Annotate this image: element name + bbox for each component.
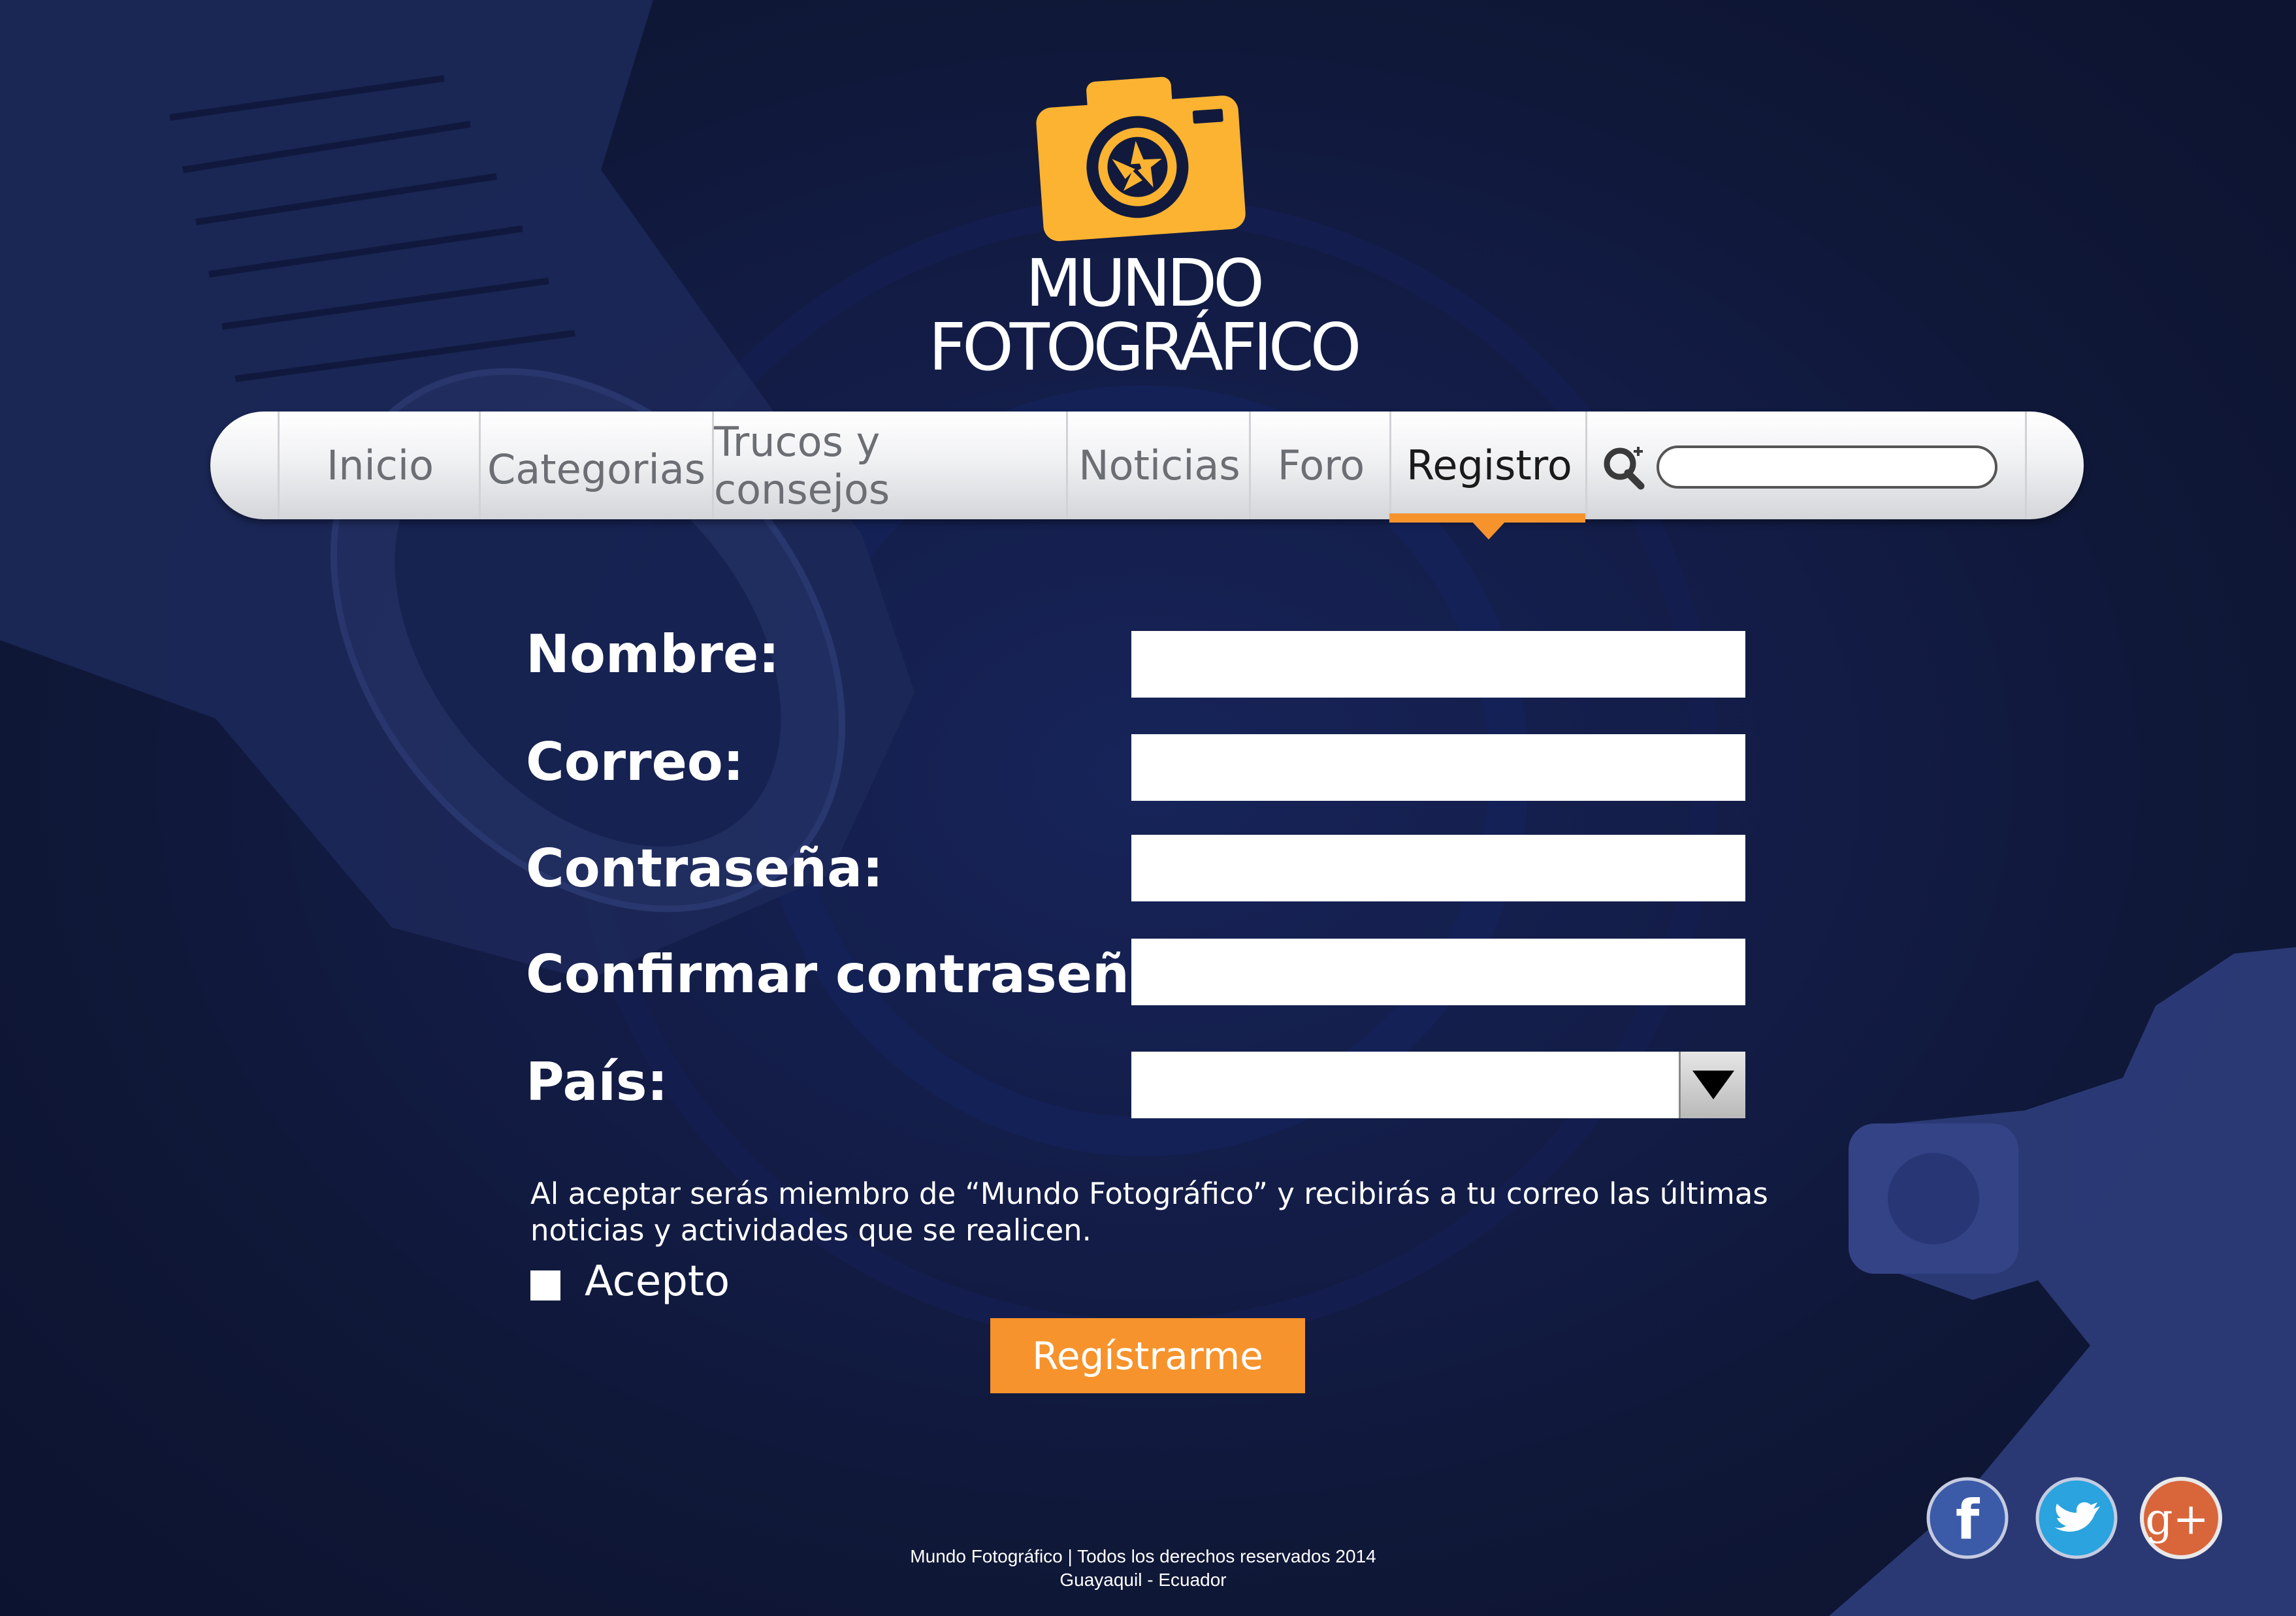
google-plus-glyph: g+ xyxy=(2145,1494,2209,1544)
footer: Mundo Fotográfico | Todos los derechos r… xyxy=(784,1545,1502,1592)
confirmar-contrasena-field[interactable] xyxy=(1131,939,1745,1005)
nav-item-label: Foro xyxy=(1277,442,1365,489)
camera-logo-icon xyxy=(1036,76,1246,242)
facebook-icon[interactable]: f xyxy=(1926,1476,2009,1560)
confirmar-contrasena-label: Confirmar contraseña: xyxy=(526,944,1186,1005)
register-button[interactable]: Regístrarme xyxy=(990,1318,1305,1393)
google-plus-icon[interactable]: g+ xyxy=(2139,1476,2223,1560)
nav-item-noticias[interactable]: Noticias xyxy=(1066,412,1251,519)
nombre-label: Nombre: xyxy=(526,624,780,685)
twitter-icon[interactable] xyxy=(2035,1476,2118,1560)
pais-dropdown-button[interactable] xyxy=(1679,1052,1745,1118)
footer-location: Guayaquil - Ecuador xyxy=(1059,1570,1227,1590)
correo-label: Correo: xyxy=(526,732,744,792)
triangle-down-icon xyxy=(1692,1071,1734,1099)
search-input[interactable] xyxy=(1657,445,1997,489)
pais-select[interactable] xyxy=(1131,1052,1745,1118)
contrasena-field[interactable] xyxy=(1131,835,1745,901)
contrasena-label: Contraseña: xyxy=(526,838,884,899)
nav-item-inicio[interactable]: Inicio xyxy=(278,412,481,519)
nav-item-trucos[interactable]: Trucos y consejos xyxy=(712,412,1068,519)
nav-item-registro[interactable]: Registro xyxy=(1389,412,1587,519)
accept-label: Acepto xyxy=(585,1257,730,1306)
search-icon[interactable] xyxy=(1602,444,1647,490)
footer-copyright: Mundo Fotográfico | Todos los derechos r… xyxy=(910,1546,1376,1566)
brand-line-2: FOTOGRÁFICO xyxy=(928,309,1362,385)
nav-item-label: Inicio xyxy=(326,442,434,489)
facebook-glyph: f xyxy=(1956,1488,1981,1552)
brand-line-1: MUNDO xyxy=(1026,245,1265,321)
nav-item-label: Categorias xyxy=(487,445,706,493)
terms-note: Al aceptar serás miembro de “Mundo Fotog… xyxy=(530,1176,1768,1248)
nombre-field[interactable] xyxy=(1131,631,1745,698)
nav-item-foro[interactable]: Foro xyxy=(1249,412,1391,519)
correo-field[interactable] xyxy=(1131,734,1745,801)
nav-item-categorias[interactable]: Categorias xyxy=(479,412,712,519)
brand-name: MUNDO FOTOGRÁFICO xyxy=(914,251,1372,380)
active-tab-pointer xyxy=(1472,521,1506,540)
nav-item-label: Noticias xyxy=(1078,442,1240,489)
nav-item-label: Trucos y consejos xyxy=(714,417,890,513)
accept-checkbox[interactable] xyxy=(530,1270,560,1301)
pais-label: País: xyxy=(526,1052,668,1112)
nav-item-label: Registro xyxy=(1406,442,1572,489)
